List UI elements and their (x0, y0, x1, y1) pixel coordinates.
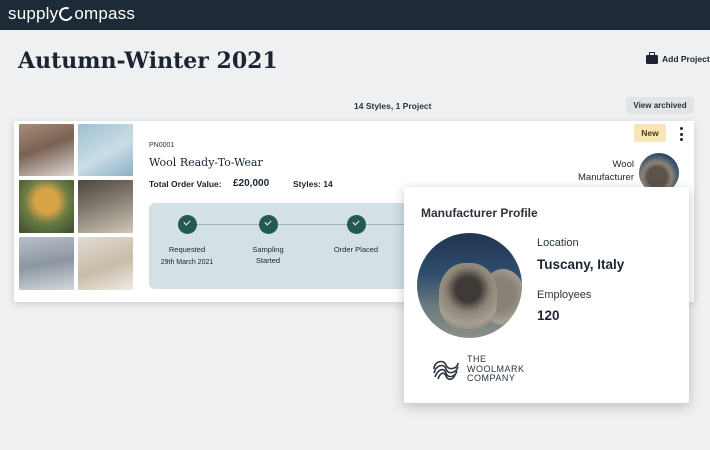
kebab-dot (679, 132, 683, 136)
briefcase-icon (646, 51, 658, 64)
step-label: Requested (168, 245, 206, 254)
supplycompass-logo[interactable]: supply ompass (8, 4, 135, 24)
project-code: PN0001 (149, 142, 175, 149)
order-value-label: Total Order Value: (149, 179, 222, 189)
top-navigation-bar: supply ompass (0, 0, 710, 30)
step-label: Order Placed (333, 245, 379, 254)
style-photo (19, 180, 74, 233)
woolmark-logo-icon (433, 360, 459, 381)
timeline-step-requested: Requested 29th March 2021 (152, 215, 222, 266)
status-badge: New (634, 124, 666, 142)
manufacturer-photo (417, 233, 522, 338)
style-photo (78, 180, 133, 233)
employees-label: Employees (537, 289, 592, 301)
page-title: Autumn-Winter 2021 (18, 48, 278, 74)
step-label: Sampling Started (233, 244, 303, 266)
sheep-shape (439, 263, 497, 329)
location-value: Tuscany, Italy (537, 257, 625, 272)
timeline-step-order-placed: Order Placed (321, 215, 391, 255)
timeline-step-sampling: Sampling Started (233, 215, 303, 266)
kebab-dot (679, 127, 683, 130)
styles-count: Styles: 14 (293, 179, 333, 189)
location-label: Location (537, 237, 579, 249)
style-photo (19, 124, 74, 176)
order-value: £20,000 (233, 178, 270, 189)
woolmark-line-3: COMPANY (467, 373, 516, 383)
kebab-menu-icon[interactable] (676, 126, 686, 142)
styles-projects-summary: 14 Styles, 1 Project (354, 101, 432, 111)
style-photo (19, 237, 74, 290)
view-archived-button[interactable]: View archived (626, 97, 694, 114)
check-circle-icon (258, 215, 278, 234)
order-timeline: Requested 29th March 2021 Sampling Start… (149, 203, 414, 289)
check-circle-icon (346, 215, 366, 234)
manufacturer-line-2: Manufacturer (578, 172, 634, 183)
add-project-label: Add Project (662, 54, 710, 64)
logo-text-prefix: supply (8, 4, 59, 23)
style-photo (78, 124, 133, 176)
manufacturer-profile-popover: Manufacturer Profile Location Tuscany, I… (404, 187, 689, 403)
profile-title: Manufacturer Profile (421, 206, 538, 220)
check-circle-icon (177, 215, 197, 234)
style-photo-grid (19, 124, 133, 290)
step-date: 29th March 2021 (160, 259, 214, 266)
project-name[interactable]: Wool Ready-To-Wear (149, 156, 263, 169)
style-photo (78, 237, 133, 290)
step-label-line-1: Sampling (252, 245, 284, 254)
kebab-dot (679, 138, 683, 141)
employees-value: 120 (537, 308, 560, 323)
woolmark-certification: THE WOOLMARK COMPANY (430, 354, 525, 384)
logo-text-suffix: ompass (74, 4, 136, 23)
manufacturer-label[interactable]: Wool Manufacturer (554, 158, 634, 184)
step-label-line-2: Started (255, 256, 281, 265)
logo-ring-icon (57, 5, 76, 23)
manufacturer-line-1: Wool (612, 159, 634, 170)
woolmark-text: THE WOOLMARK COMPANY (467, 354, 525, 384)
add-project-button[interactable]: Add Project (646, 51, 710, 64)
